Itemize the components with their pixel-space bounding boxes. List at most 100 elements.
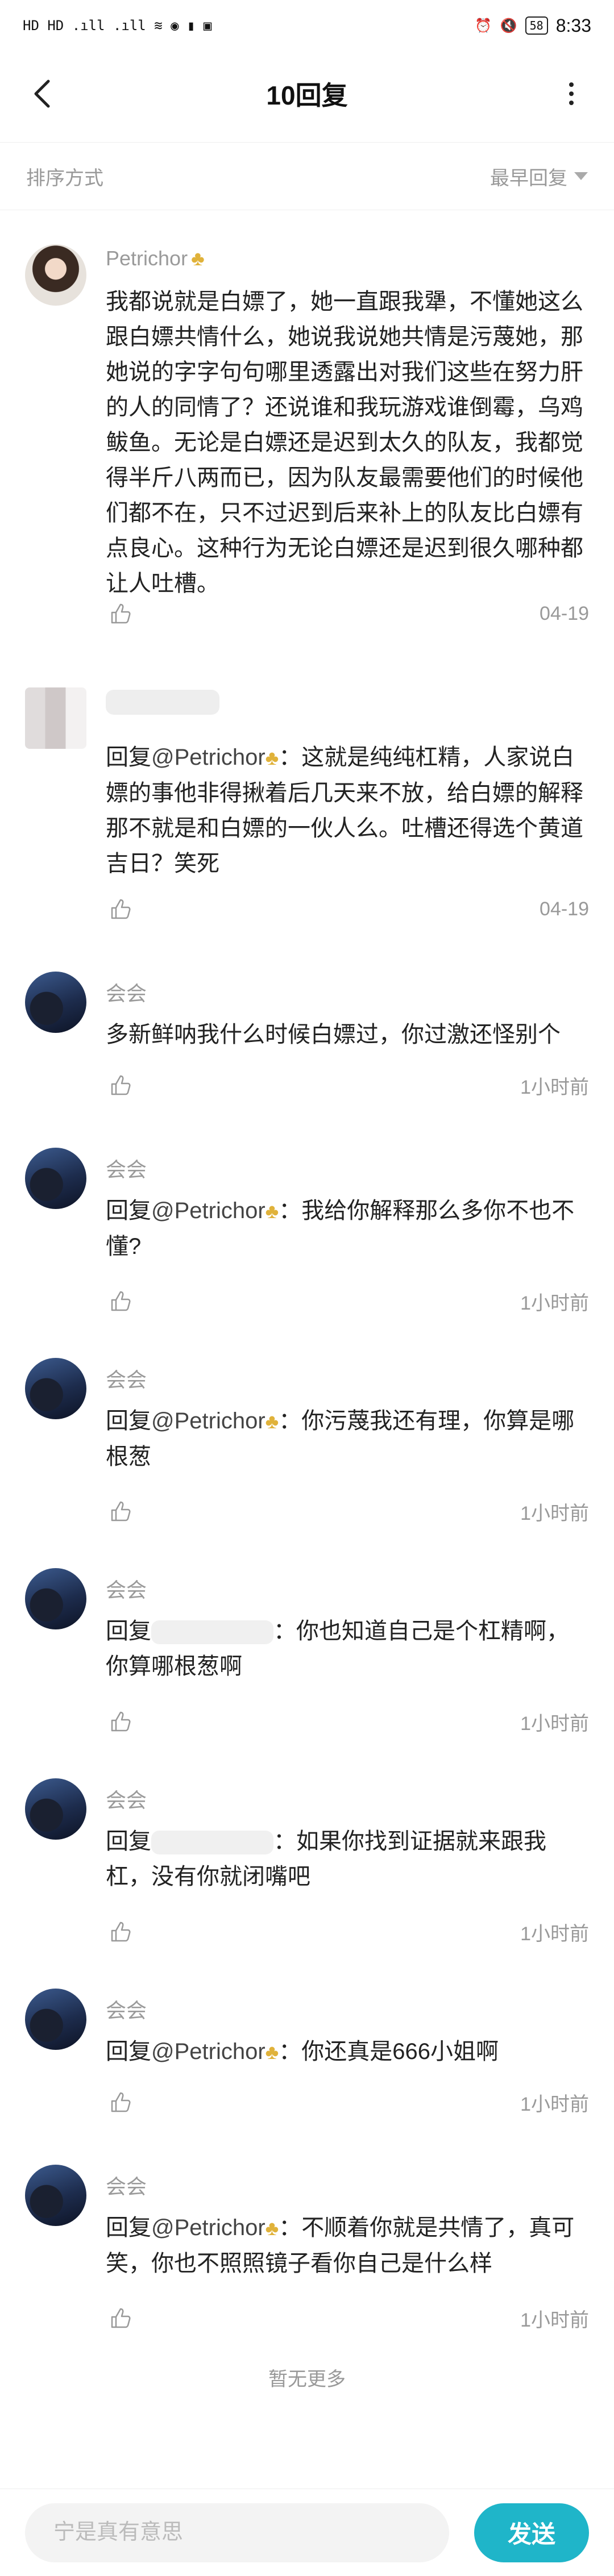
username-row[interactable]: 会会 bbox=[106, 1574, 147, 1603]
like-button[interactable] bbox=[106, 599, 134, 628]
avatar[interactable] bbox=[25, 1148, 86, 1209]
comment-text: 回复 ：你也知道自己是个杠精啊，你算哪根葱啊 bbox=[106, 1614, 589, 1684]
like-button[interactable] bbox=[106, 895, 134, 923]
username-row[interactable]: 会会 bbox=[106, 2170, 147, 2200]
username-blurred bbox=[106, 690, 219, 715]
avatar[interactable] bbox=[25, 972, 86, 1033]
mention-link[interactable]: @Petrichor bbox=[151, 2039, 265, 2064]
comment-text: 回复@Petrichor♣：你污蔑我还有理，你算是哪根葱 bbox=[106, 1403, 589, 1474]
comment-meta: 1小时前 bbox=[106, 1494, 589, 1528]
dropdown-triangle-icon bbox=[574, 172, 588, 180]
mention-link[interactable]: @Petrichor bbox=[151, 1198, 265, 1223]
send-button[interactable]: 发送 bbox=[474, 2503, 589, 2562]
comment-text: 回复@Petrichor♣：你还真是666小姐啊 bbox=[106, 2034, 589, 2070]
avatar[interactable] bbox=[25, 1778, 86, 1840]
avatar[interactable] bbox=[25, 244, 86, 306]
username: 会会 bbox=[106, 982, 147, 1005]
mention-link[interactable]: @Petrichor bbox=[151, 1408, 265, 1433]
username: Petrichor bbox=[106, 247, 188, 270]
comment-meta: 1小时前 bbox=[106, 1284, 589, 1318]
wheat-badge-icon: ♣ bbox=[265, 746, 279, 769]
comment-time: 1小时前 bbox=[520, 1502, 589, 1524]
more-options-button[interactable] bbox=[551, 74, 591, 114]
username-row[interactable]: 会会 bbox=[106, 1784, 147, 1814]
username: 会会 bbox=[106, 1578, 147, 1602]
reply-text: ：你还真是666小姐啊 bbox=[279, 2039, 499, 2064]
reply-input[interactable] bbox=[25, 2503, 449, 2562]
comment-text: 回复@Petrichor♣：不顺着你就是共情了，真可笑，你也不照照镜子看你自己是… bbox=[106, 2210, 589, 2281]
reply-prefix: 回复 bbox=[106, 745, 151, 770]
clock: 8:33 bbox=[555, 15, 591, 36]
comment-time: 1小时前 bbox=[520, 1076, 589, 1098]
username: 会会 bbox=[106, 1368, 147, 1391]
battery-indicator: 58 bbox=[525, 16, 548, 35]
thumbs-up-icon bbox=[111, 1501, 131, 1522]
mention-link[interactable]: @Petrichor bbox=[151, 745, 265, 770]
comment-text: 回复@Petrichor♣：我给你解释那么多你不也不懂? bbox=[106, 1193, 589, 1264]
thumbs-up-icon bbox=[111, 1921, 131, 1942]
comment-meta: 1小时前 bbox=[106, 2301, 589, 2335]
username-row[interactable]: 会会 bbox=[106, 1153, 147, 1183]
thumbs-up-icon bbox=[111, 899, 131, 919]
status-left: HD HD .ıll .ıll ≋ ◉ ▮ ▣ bbox=[23, 18, 211, 34]
wheat-badge-icon: ♣ bbox=[265, 2216, 279, 2240]
sort-value: 最早回复 bbox=[490, 167, 567, 189]
comment-meta: 1小时前 bbox=[106, 2085, 589, 2119]
like-button[interactable] bbox=[106, 1918, 134, 1946]
thumbs-up-icon bbox=[111, 1711, 131, 1732]
sort-dropdown[interactable]: 最早回复 bbox=[490, 162, 588, 190]
like-button[interactable] bbox=[106, 1497, 134, 1525]
thumbs-up-icon bbox=[111, 2092, 131, 2112]
signal-icons: HD HD .ıll .ıll ≋ ◉ ▮ ▣ bbox=[23, 18, 212, 34]
wheat-badge-icon: ♣ bbox=[191, 247, 205, 270]
avatar[interactable] bbox=[25, 1358, 86, 1419]
comment-meta: 04-19 bbox=[106, 597, 589, 631]
comment-meta: 04-19 bbox=[106, 892, 589, 926]
reply-prefix: 回复 bbox=[106, 2039, 151, 2064]
username: 会会 bbox=[106, 2175, 147, 2198]
comment-time: 04-19 bbox=[540, 898, 589, 920]
reply-prefix: 回复 bbox=[106, 2215, 151, 2240]
comment-time: 1小时前 bbox=[520, 1712, 589, 1735]
like-button[interactable] bbox=[106, 2088, 134, 2116]
avatar[interactable] bbox=[25, 1568, 86, 1629]
comment-time: 1小时前 bbox=[520, 2093, 589, 2115]
back-arrow-icon bbox=[34, 80, 50, 108]
username-row[interactable]: Petrichor ♣ bbox=[106, 247, 205, 270]
page-title: 10回复 bbox=[266, 81, 348, 110]
reply-prefix: 回复 bbox=[106, 1198, 151, 1223]
avatar[interactable] bbox=[25, 687, 86, 749]
nav-bar: 10回复 bbox=[0, 51, 614, 136]
like-button[interactable] bbox=[106, 1287, 134, 1315]
avatar[interactable] bbox=[25, 1989, 86, 2050]
reply-prefix: 回复 bbox=[106, 1408, 151, 1433]
mention-blurred[interactable] bbox=[151, 1831, 273, 1855]
thumbs-up-icon bbox=[111, 1075, 131, 1095]
comment-text: 我都说就是白嫖了，她一直跟我犟，不懂她这么跟白嫖共情什么，她说我说她共情是污蔑她… bbox=[106, 289, 583, 596]
username-row[interactable]: 会会 bbox=[106, 1364, 147, 1393]
sort-row: 排序方式 最早回复 bbox=[0, 142, 614, 210]
comment-text: 回复 ：如果你找到证据就来跟我杠，没有你就闭嘴吧 bbox=[106, 1824, 589, 1894]
username-row[interactable] bbox=[106, 690, 219, 715]
reply-prefix: 回复 bbox=[106, 1619, 151, 1644]
like-button[interactable] bbox=[106, 2304, 134, 2332]
mention-blurred[interactable] bbox=[151, 1620, 273, 1645]
like-button[interactable] bbox=[106, 1707, 134, 1736]
more-vertical-icon bbox=[569, 82, 574, 87]
comment-meta: 1小时前 bbox=[106, 1915, 589, 1949]
no-more-text: 暂无更多 bbox=[268, 2369, 346, 2390]
username-row[interactable]: 会会 bbox=[106, 1994, 147, 2024]
reply-composer: 发送 bbox=[0, 2489, 614, 2576]
status-bar: HD HD .ıll .ıll ≋ ◉ ▮ ▣ ⏰ 🔇 58 8:33 bbox=[0, 0, 614, 51]
like-button[interactable] bbox=[106, 1071, 134, 1099]
username: 会会 bbox=[106, 1789, 147, 1812]
username: 会会 bbox=[106, 1158, 147, 1181]
avatar[interactable] bbox=[25, 2165, 86, 2226]
username-row[interactable]: 会会 bbox=[106, 977, 147, 1007]
mention-link[interactable]: @Petrichor bbox=[151, 2215, 265, 2240]
comment-time: 1小时前 bbox=[520, 2309, 589, 2331]
wheat-badge-icon: ♣ bbox=[265, 1199, 279, 1223]
comment-meta: 1小时前 bbox=[106, 1068, 589, 1102]
back-button[interactable] bbox=[23, 74, 63, 114]
comment-time: 1小时前 bbox=[520, 1923, 589, 1945]
